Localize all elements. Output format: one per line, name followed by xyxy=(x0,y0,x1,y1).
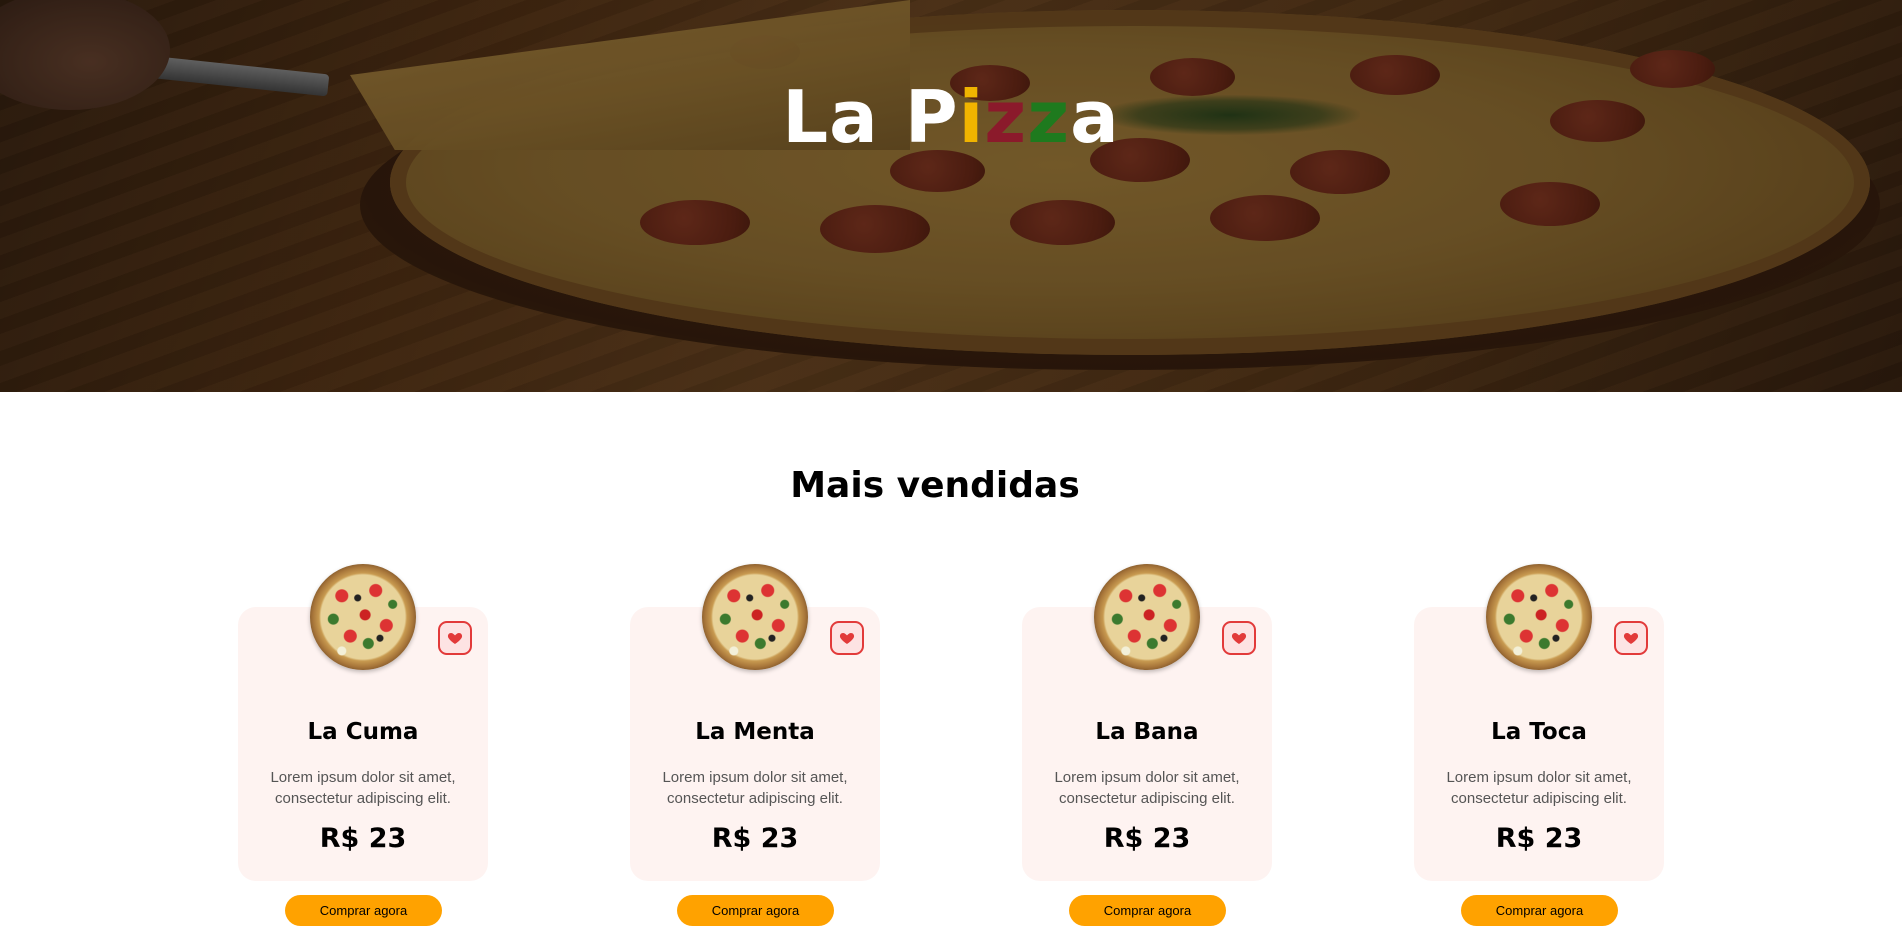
product-price: R$ 23 xyxy=(1103,823,1191,854)
product-card: La Cuma Lorem ipsum dolor sit amet, cons… xyxy=(238,564,488,881)
hero-banner: La Pizza xyxy=(0,0,1902,392)
favorite-button[interactable] xyxy=(1614,621,1648,655)
favorite-button[interactable] xyxy=(830,621,864,655)
product-name: La Menta xyxy=(695,719,815,745)
product-price: R$ 23 xyxy=(711,823,799,854)
brand-title-segment: z xyxy=(1027,75,1071,159)
buy-now-button[interactable]: Comprar agora xyxy=(1069,895,1226,926)
brand-title: La Pizza xyxy=(0,72,1902,162)
heart-icon xyxy=(447,633,463,644)
brand-title-segment: i xyxy=(958,75,985,159)
buy-now-button[interactable]: Comprar agora xyxy=(1461,895,1618,926)
brand-title-segment: a xyxy=(1070,75,1120,159)
favorite-button[interactable] xyxy=(1222,621,1256,655)
hero-overlay xyxy=(0,0,1902,392)
product-description: Lorem ipsum dolor sit amet, consectetur … xyxy=(1054,769,1240,807)
product-name: La Toca xyxy=(1491,719,1587,745)
section-title: Mais vendidas xyxy=(790,465,1080,506)
product-card: La Menta Lorem ipsum dolor sit amet, con… xyxy=(630,564,880,881)
brand-title-segment: La P xyxy=(782,75,959,159)
favorite-button[interactable] xyxy=(438,621,472,655)
heart-icon xyxy=(1623,633,1639,644)
heart-icon xyxy=(1231,633,1247,644)
product-card: La Toca Lorem ipsum dolor sit amet, cons… xyxy=(1414,564,1664,881)
product-description: Lorem ipsum dolor sit amet, consectetur … xyxy=(1446,769,1632,807)
pizza-image xyxy=(1486,564,1592,670)
buy-now-button[interactable]: Comprar agora xyxy=(285,895,442,926)
product-description: Lorem ipsum dolor sit amet, consectetur … xyxy=(270,769,456,807)
product-description: Lorem ipsum dolor sit amet, consectetur … xyxy=(662,769,848,807)
pizza-image xyxy=(1094,564,1200,670)
brand-title-segment: z xyxy=(984,75,1028,159)
product-price: R$ 23 xyxy=(319,823,407,854)
pizza-image xyxy=(702,564,808,670)
product-name: La Bana xyxy=(1095,719,1199,745)
product-name: La Cuma xyxy=(307,719,419,745)
product-price: R$ 23 xyxy=(1495,823,1583,854)
product-card: La Bana Lorem ipsum dolor sit amet, cons… xyxy=(1022,564,1272,881)
pizza-image xyxy=(310,564,416,670)
heart-icon xyxy=(839,633,855,644)
buy-now-button[interactable]: Comprar agora xyxy=(677,895,834,926)
